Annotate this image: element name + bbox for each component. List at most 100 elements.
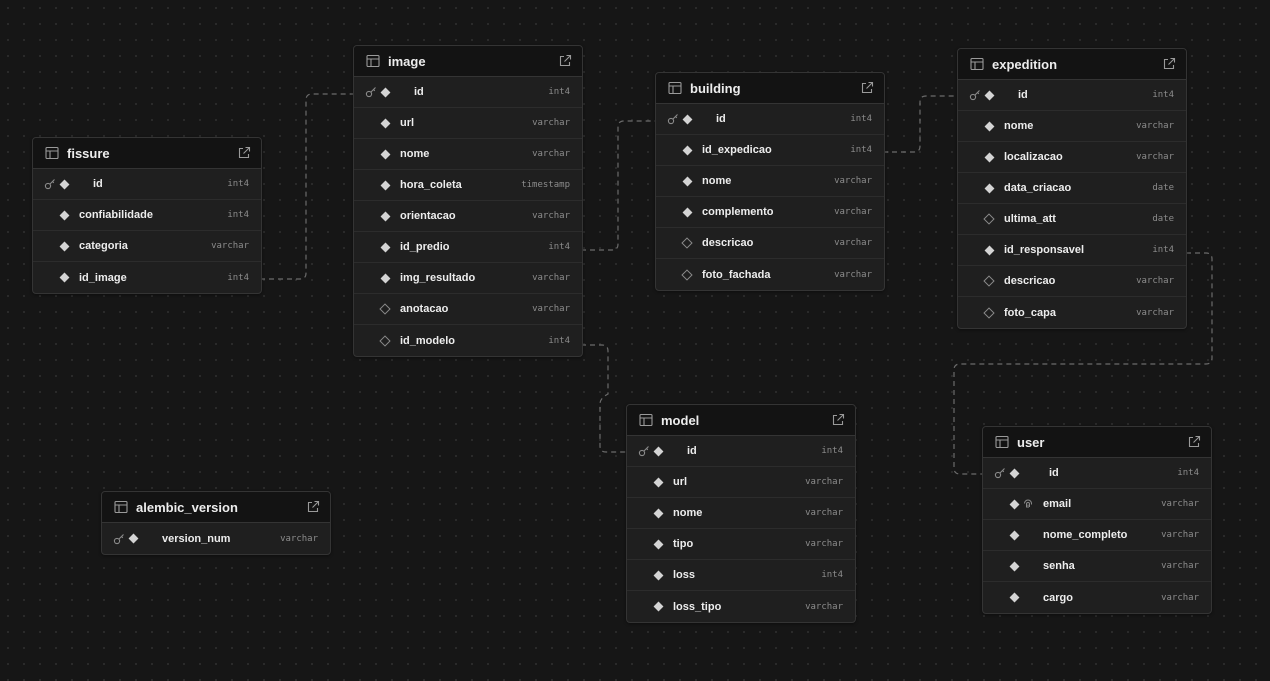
table-card-fissure[interactable]: fissure id int4 confiabilidade int4 categori… [32, 137, 262, 294]
table-card-alembic-version[interactable]: alembic_version version_num varchar [101, 491, 331, 555]
column-row-complemento[interactable]: complemento varchar [656, 197, 884, 228]
column-row-id[interactable]: id int4 [627, 436, 855, 467]
column-name: anotacao [400, 303, 449, 315]
key-slot [968, 306, 982, 320]
column-type: varchar [532, 149, 570, 159]
column-row-categoria[interactable]: categoria varchar [33, 231, 261, 262]
external-link-icon[interactable] [1187, 435, 1201, 449]
column-row-url[interactable]: url varchar [354, 108, 582, 139]
column-type: varchar [1136, 276, 1174, 286]
column-row-orientacao[interactable]: orientacao varchar [354, 201, 582, 232]
column-type: varchar [1136, 121, 1174, 131]
filled-diamond-icon [126, 532, 140, 546]
column-row-id-responsavel[interactable]: id_responsavel int4 [958, 235, 1186, 266]
column-row-img-resultado[interactable]: img_resultado varchar [354, 263, 582, 294]
column-row-tipo[interactable]: tipo varchar [627, 529, 855, 560]
column-name: nome [1004, 120, 1034, 132]
table-name: user [1017, 434, 1045, 450]
column-row-id-expedicao[interactable]: id_expedicao int4 [656, 135, 884, 166]
table-card-building[interactable]: building id int4 id_expedicao int4 nome varch… [655, 72, 885, 291]
column-row-anotacao[interactable]: anotacao varchar [354, 294, 582, 325]
unique-slot [1021, 559, 1035, 573]
column-row-nome[interactable]: nome varchar [958, 111, 1186, 142]
column-row-id-image[interactable]: id_image int4 [33, 262, 261, 293]
column-name: hora_coleta [400, 179, 462, 191]
column-type: int4 [227, 179, 249, 189]
column-row-cargo[interactable]: cargo varchar [983, 582, 1211, 613]
column-row-id[interactable]: id int4 [958, 80, 1186, 111]
column-row-foto-fachada[interactable]: foto_fachada varchar [656, 259, 884, 290]
table-header: user [983, 427, 1211, 458]
column-row-id[interactable]: id int4 [354, 77, 582, 108]
column-row-url[interactable]: url varchar [627, 467, 855, 498]
key-slot [364, 302, 378, 316]
filled-diamond-icon [680, 174, 694, 188]
column-row-nome-completo[interactable]: nome_completo varchar [983, 520, 1211, 551]
external-link-icon[interactable] [831, 413, 845, 427]
column-name: loss [673, 569, 696, 581]
column-row-nome[interactable]: nome varchar [354, 139, 582, 170]
column-name: confiabilidade [79, 209, 153, 221]
column-name: foto_capa [1004, 306, 1056, 319]
filled-diamond-icon [378, 85, 392, 99]
table-card-user[interactable]: user id int4 email varchar nome_completo varc… [982, 426, 1212, 614]
column-row-nome[interactable]: nome varchar [656, 166, 884, 197]
column-type: date [1152, 183, 1174, 193]
column-name: id_image [79, 271, 127, 284]
external-link-icon[interactable] [1162, 57, 1176, 71]
column-name: id_predio [400, 241, 450, 253]
column-name: nome [702, 175, 732, 187]
column-type: varchar [1161, 561, 1199, 571]
column-row-id[interactable]: id int4 [656, 104, 884, 135]
hollow-diamond-icon [378, 334, 392, 348]
key-icon [637, 444, 651, 458]
external-link-icon[interactable] [860, 81, 874, 95]
filled-diamond-icon [1007, 591, 1021, 605]
filled-diamond-icon [1007, 559, 1021, 573]
column-name: localizacao [1004, 151, 1063, 163]
column-row-loss-tipo[interactable]: loss_tipo varchar [627, 591, 855, 622]
column-type: int4 [227, 210, 249, 220]
filled-diamond-icon [680, 205, 694, 219]
column-row-ultima-att[interactable]: ultima_att date [958, 204, 1186, 235]
column-name: data_criacao [1004, 182, 1072, 194]
column-type: date [1152, 214, 1174, 224]
column-row-email[interactable]: email varchar [983, 489, 1211, 520]
table-card-image[interactable]: image id int4 url varchar nome varchar hora_co… [353, 45, 583, 357]
filled-diamond-icon [1007, 497, 1021, 511]
hollow-diamond-icon [982, 212, 996, 226]
key-slot [666, 143, 680, 157]
table-header: alembic_version [102, 492, 330, 523]
column-row-descricao[interactable]: descricao varchar [656, 228, 884, 259]
key-icon [112, 532, 126, 546]
column-row-id-modelo[interactable]: id_modelo int4 [354, 325, 582, 356]
column-row-id[interactable]: id int4 [33, 169, 261, 200]
column-row-foto-capa[interactable]: foto_capa varchar [958, 297, 1186, 328]
column-row-localizacao[interactable]: localizacao varchar [958, 142, 1186, 173]
column-type: varchar [280, 533, 318, 544]
external-link-icon[interactable] [237, 146, 251, 160]
column-row-senha[interactable]: senha varchar [983, 551, 1211, 582]
column-name: id [414, 86, 424, 98]
table-card-expedition[interactable]: expedition id int4 nome varchar localizacao v… [957, 48, 1187, 329]
column-type: varchar [805, 477, 843, 487]
column-row-descricao[interactable]: descricao varchar [958, 266, 1186, 297]
column-row-hora-coleta[interactable]: hora_coleta timestamp [354, 170, 582, 201]
column-row-loss[interactable]: loss int4 [627, 560, 855, 591]
key-slot [993, 497, 1007, 511]
external-link-icon[interactable] [558, 54, 572, 68]
key-slot [666, 268, 680, 282]
column-type: varchar [1161, 592, 1199, 603]
column-type: varchar [1136, 152, 1174, 162]
column-row-nome[interactable]: nome varchar [627, 498, 855, 529]
external-link-icon[interactable] [306, 500, 320, 514]
column-row-data-criacao[interactable]: data_criacao date [958, 173, 1186, 204]
table-name: fissure [67, 145, 110, 161]
column-row-id[interactable]: id int4 [983, 458, 1211, 489]
unique-slot [1021, 528, 1035, 542]
column-row-confiabilidade[interactable]: confiabilidade int4 [33, 200, 261, 231]
column-row-version-num[interactable]: version_num varchar [102, 523, 330, 554]
column-row-id-predio[interactable]: id_predio int4 [354, 232, 582, 263]
column-type: varchar [834, 207, 872, 217]
table-card-model[interactable]: model id int4 url varchar nome varchar tipo var… [626, 404, 856, 623]
